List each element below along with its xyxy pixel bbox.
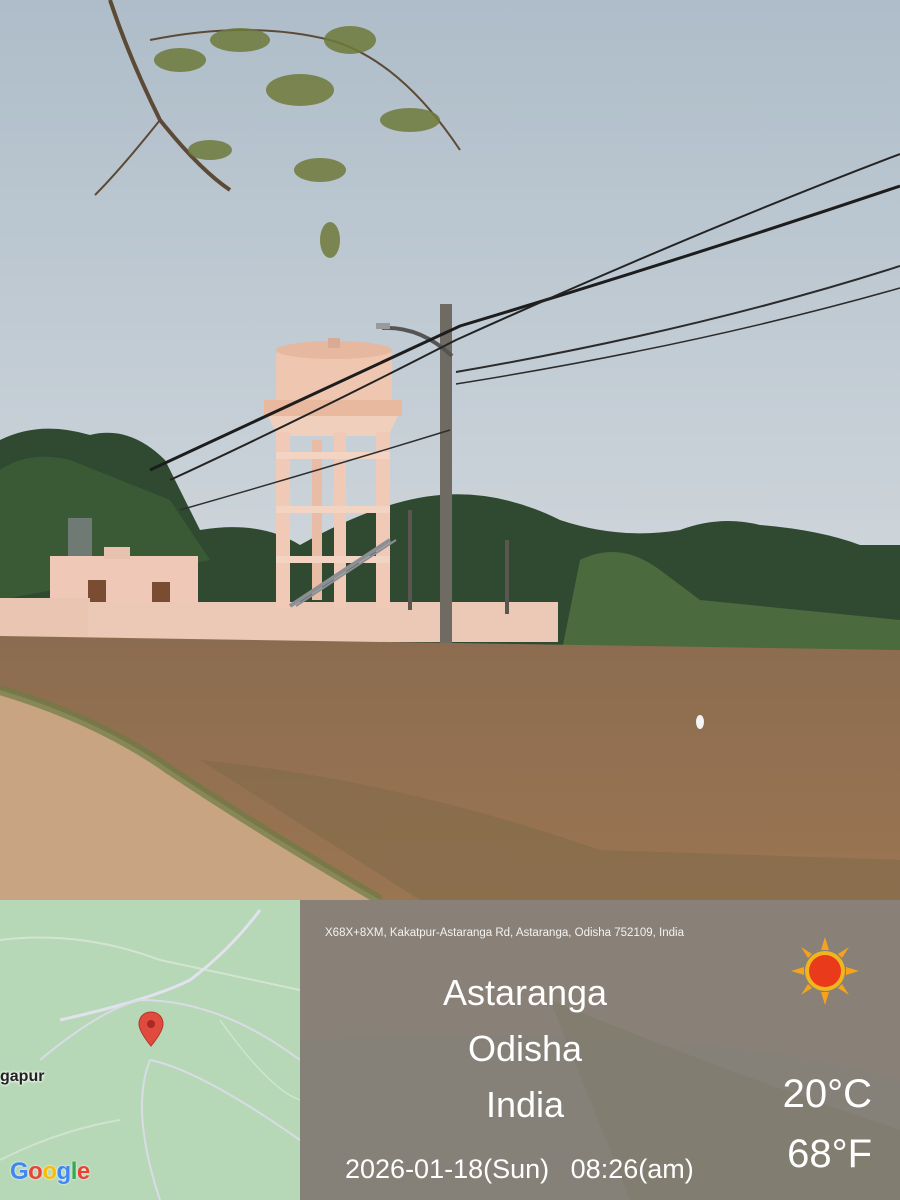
full-address: X68X+8XM, Kakatpur-Astaranga Rd, Astaran… xyxy=(325,927,684,939)
location-state: Odisha xyxy=(467,1028,583,1069)
google-logo-letter: o xyxy=(28,1158,43,1185)
location-city: Astaranga xyxy=(442,972,608,1013)
temperature-fahrenheit: 68°F xyxy=(787,1132,872,1176)
map-place-label: gapur xyxy=(0,1068,45,1085)
location-info-panel: X68X+8XM, Kakatpur-Astaranga Rd, Astaran… xyxy=(300,900,900,1200)
capture-time: 08:26(am) xyxy=(570,1154,694,1184)
sun-icon xyxy=(791,937,859,1005)
water-tower-field-photo xyxy=(0,0,900,900)
google-logo: Google xyxy=(10,1158,90,1186)
geotag-overlay: gapur Google X68X+8XM, Kakatpur-Astarang… xyxy=(0,900,900,1200)
capture-datetime: 2026-01-18(Sun) 08:26(am) xyxy=(345,1154,694,1185)
mini-map[interactable]: gapur Google xyxy=(0,900,300,1200)
google-logo-letter: o xyxy=(42,1158,57,1185)
location-country: India xyxy=(485,1084,565,1125)
map-pin-icon xyxy=(138,1011,164,1047)
google-logo-letter: e xyxy=(76,1158,90,1185)
map-roads xyxy=(0,909,300,1200)
google-logo-letter: G xyxy=(10,1158,29,1185)
scene-photo xyxy=(0,0,900,900)
temperature-celsius: 20°C xyxy=(782,1072,872,1116)
capture-date: 2026-01-18(Sun) xyxy=(345,1154,550,1184)
google-logo-letter: g xyxy=(56,1158,72,1185)
